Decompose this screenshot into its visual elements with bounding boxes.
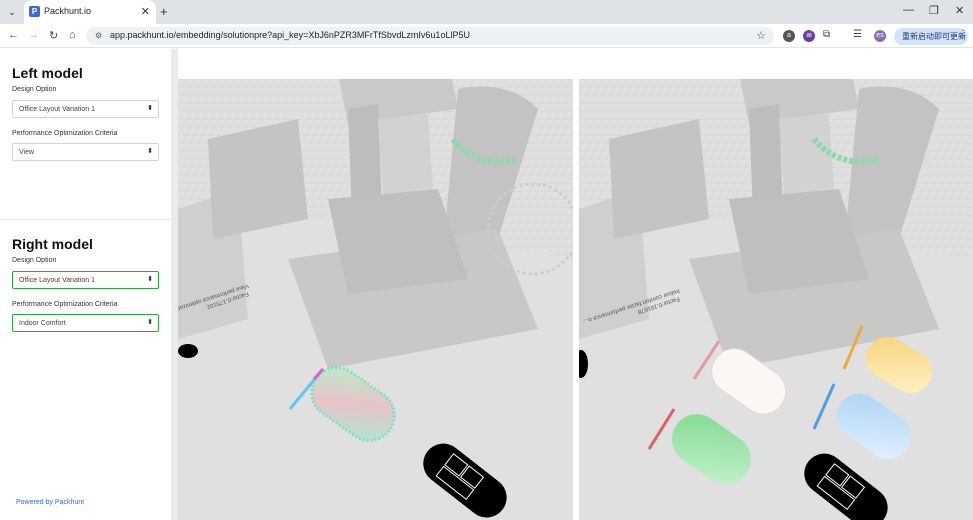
- close-window-icon[interactable]: ✕: [955, 4, 964, 17]
- left-design-option-label: Design Option: [12, 86, 57, 93]
- right-design-option-select[interactable]: Office Layout Variation 1 ⬍: [12, 271, 159, 289]
- viewer-top-strip: [178, 49, 973, 79]
- right-model-render: Indoor comfort factor performance o... F…: [579, 79, 973, 520]
- right-design-option-label: Design Option: [12, 257, 57, 264]
- left-criteria-value: View: [19, 149, 35, 156]
- browser-toolbar: ← → ↻ ⌂ ⚙ app.packhunt.io/embedding/solu…: [0, 24, 973, 48]
- select-arrows-icon: ⬍: [147, 148, 153, 155]
- left-model-heading: Left model: [12, 65, 83, 81]
- left-design-option-value: Office Layout Variation 1: [19, 106, 96, 113]
- extension-a-icon[interactable]: a: [783, 30, 795, 42]
- minimize-icon[interactable]: —: [903, 4, 914, 16]
- tab-title: Packhunt.io: [44, 6, 92, 16]
- close-tab-icon[interactable]: ✕: [141, 5, 150, 18]
- left-criteria-label: Performance Optimization Criteria: [12, 130, 118, 137]
- right-design-option-value: Office Layout Variation 1: [19, 277, 96, 284]
- restore-icon[interactable]: ❐: [929, 4, 939, 17]
- site-info-icon[interactable]: ⚙: [95, 31, 102, 40]
- mid-block-building: [208, 119, 308, 239]
- panel-divider: [0, 219, 172, 220]
- extensions-puzzle-icon[interactable]: ⧉: [823, 29, 830, 40]
- browser-menu-icon[interactable]: ⋮: [958, 29, 968, 40]
- marker-blob: [178, 344, 198, 358]
- forward-icon[interactable]: →: [28, 29, 39, 41]
- active-tab[interactable]: P Packhunt.io ✕: [24, 0, 156, 24]
- reload-icon[interactable]: ↻: [49, 29, 58, 42]
- back-icon[interactable]: ←: [8, 29, 19, 41]
- new-tab-icon[interactable]: +: [160, 4, 168, 19]
- packhunt-favicon-icon: P: [29, 6, 40, 17]
- update-restart-button[interactable]: 重新启动即可更新: [894, 28, 968, 45]
- home-icon[interactable]: ⌂: [69, 29, 76, 41]
- left-design-option-select[interactable]: Office Layout Variation 1 ⬍: [12, 100, 159, 118]
- select-arrows-icon: ⬍: [147, 276, 153, 283]
- select-arrows-icon: ⬍: [147, 319, 153, 326]
- select-arrows-icon: ⬍: [147, 105, 153, 112]
- left-model-render: View performance optimization criteria F…: [178, 79, 573, 520]
- url-text: app.packhunt.io/embedding/solutionpre?ap…: [110, 30, 470, 40]
- right-criteria-value: Indoor Comfort: [19, 320, 66, 327]
- right-criteria-select[interactable]: Indoor Comfort ⬍: [12, 314, 159, 332]
- right-model-heading: Right model: [12, 236, 93, 252]
- address-bar[interactable]: ⚙ app.packhunt.io/embedding/solutionpre?…: [86, 27, 774, 45]
- right-criteria-label: Performance Optimization Criteria: [12, 301, 118, 308]
- arch-facade: [378, 114, 433, 194]
- mid-block-building: [609, 119, 709, 239]
- extension-ai-icon[interactable]: ai: [803, 30, 815, 42]
- tab-search-icon[interactable]: ⌄: [4, 4, 20, 20]
- left-criteria-select[interactable]: View ⬍: [12, 143, 159, 161]
- sidebar: Left model Design Option Office Layout V…: [0, 49, 172, 520]
- reading-list-icon[interactable]: ☰: [853, 29, 862, 40]
- bookmark-star-icon[interactable]: ☆: [756, 29, 766, 42]
- left-3d-viewport[interactable]: View performance optimization criteria F…: [178, 79, 573, 520]
- arch-facade: [779, 114, 834, 194]
- right-3d-viewport[interactable]: Indoor comfort factor performance o... F…: [579, 79, 973, 520]
- powered-by-link[interactable]: Powered by Packhunt: [16, 499, 84, 506]
- profile-avatar[interactable]: es: [874, 30, 886, 42]
- tab-strip: ⌄ P Packhunt.io ✕ + — ❐ ✕: [0, 0, 973, 24]
